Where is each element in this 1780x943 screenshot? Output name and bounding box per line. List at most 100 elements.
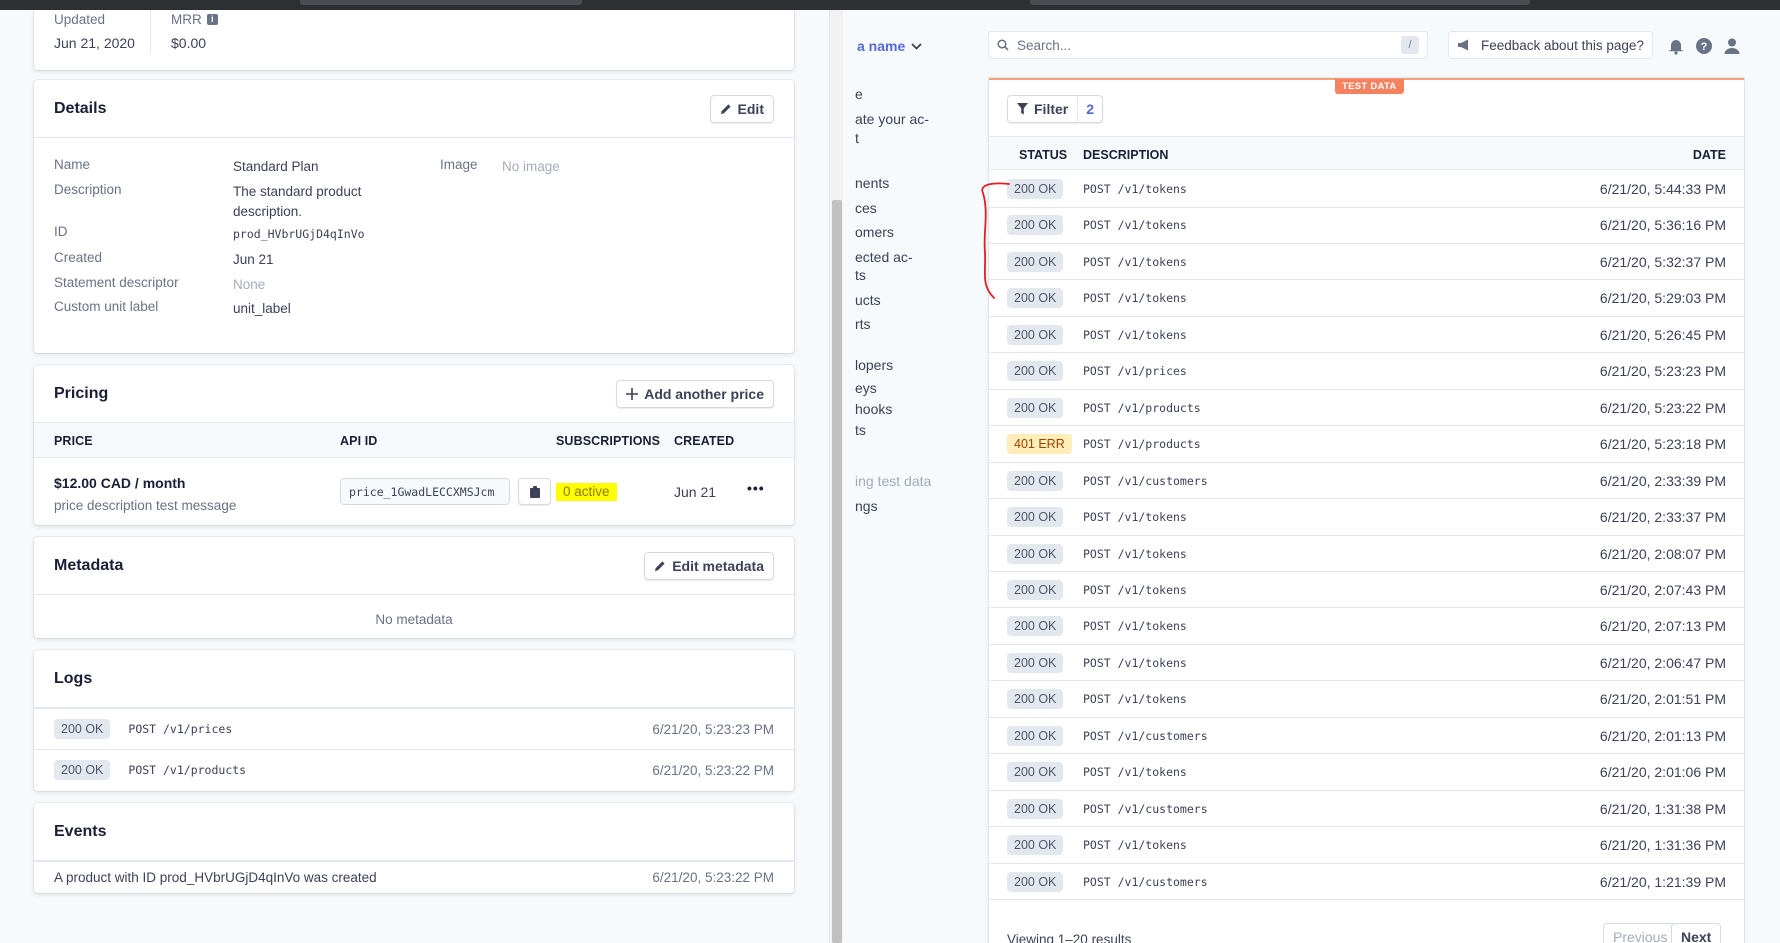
next-page-button[interactable]: Next <box>1671 923 1722 943</box>
request-path: POST /v1/tokens <box>1083 218 1187 233</box>
request-timestamp: 6/21/20, 5:23:23 PM <box>1599 363 1726 380</box>
more-actions-icon[interactable]: ••• <box>747 480 765 496</box>
feedback-button[interactable]: Feedback about this page? <box>1448 31 1653 59</box>
request-log-row[interactable]: 200 OK POST /v1/products 6/21/20, 5:23:22 … <box>989 390 1744 427</box>
request-log-row[interactable]: 200 OK POST /v1/tokens 6/21/20, 2:07:43 PM <box>989 572 1744 609</box>
search-input[interactable]: Search... / <box>988 31 1428 59</box>
request-logs-header: STATUS DESCRIPTION DATE <box>989 136 1744 170</box>
nav-item-products[interactable]: ucts <box>855 292 881 308</box>
request-log-row[interactable]: 401 ERR POST /v1/products 6/21/20, 5:23:18… <box>989 426 1744 463</box>
request-log-row[interactable]: 200 OK POST /v1/prices 6/21/20, 5:23:23 PM <box>989 353 1744 390</box>
request-log-row[interactable]: 200 OK POST /v1/customers 6/21/20, 1:21:39… <box>989 864 1744 901</box>
events-title: Events <box>54 822 107 840</box>
subscriptions-count[interactable]: 0 active <box>556 483 617 501</box>
log-path: POST /v1/products <box>128 763 247 777</box>
edit-metadata-button[interactable]: Edit metadata <box>644 551 774 580</box>
nav-item-reports[interactable]: rts <box>855 316 871 332</box>
log-row[interactable]: 200 OK POST /v1/prices 6/21/20, 5:23:23 … <box>34 708 794 749</box>
log-row[interactable]: 200 OK POST /v1/products 6/21/20, 5:23:2… <box>34 749 794 790</box>
status-badge: 200 OK <box>1007 798 1064 819</box>
price-row[interactable]: $12.00 CAD / month price description tes… <box>34 458 794 525</box>
request-path: POST /v1/tokens <box>1083 655 1187 670</box>
request-log-row[interactable]: 200 OK POST /v1/customers 6/21/20, 2:01:13… <box>989 718 1744 755</box>
request-logs-panel: TEST DATA Filter 2 STATUS DESCRIPTION DA… <box>989 78 1744 943</box>
nav-item-activate[interactable]: ate your ac- <box>855 111 929 127</box>
status-badge: 200 OK <box>1007 215 1064 236</box>
scrollbar-thumb[interactable] <box>832 200 842 943</box>
pricing-card: Pricing Add another price PRICE API ID S… <box>34 365 794 525</box>
col-subscriptions: SUBSCRIPTIONS <box>556 434 661 448</box>
info-icon[interactable]: i <box>206 14 218 25</box>
metadata-card: Metadata Edit metadata No metadata <box>34 537 794 638</box>
request-log-row[interactable]: 200 OK POST /v1/customers 6/21/20, 2:33:39… <box>989 463 1744 500</box>
request-log-row[interactable]: 200 OK POST /v1/tokens 6/21/20, 2:06:47 PM <box>989 645 1744 682</box>
request-timestamp: 6/21/20, 5:29:03 PM <box>1599 290 1726 307</box>
nav-item-customers[interactable]: omers <box>855 224 894 240</box>
nav-item-payments[interactable]: nents <box>855 175 889 191</box>
left-scrollbar[interactable] <box>829 10 843 943</box>
detail-row-statement-descriptor: Statement descriptor None <box>54 275 266 292</box>
nav-item-api-keys[interactable]: eys <box>855 380 877 396</box>
request-log-row[interactable]: 200 OK POST /v1/tokens 6/21/20, 5:44:33 PM <box>989 171 1744 208</box>
event-row[interactable]: A product with ID prod_HVbrUGjD4qInVo wa… <box>34 861 794 893</box>
edit-details-button[interactable]: Edit <box>709 94 774 123</box>
log-path: POST /v1/prices <box>128 722 233 736</box>
summary-divider <box>150 10 151 54</box>
nav-item-activate-cont[interactable]: t <box>855 130 859 146</box>
request-path: POST /v1/prices <box>1083 364 1187 379</box>
request-log-row[interactable]: 200 OK POST /v1/tokens 6/21/20, 2:33:37 PM <box>989 499 1744 536</box>
updated-value: Jun 21, 2020 <box>54 35 135 51</box>
help-icon[interactable]: ? <box>1695 37 1713 55</box>
copy-button[interactable] <box>518 478 551 505</box>
request-path: POST /v1/tokens <box>1083 327 1187 342</box>
request-log-row[interactable]: 200 OK POST /v1/tokens 6/21/20, 5:29:03 PM <box>989 280 1744 317</box>
nav-item-events[interactable]: ts <box>855 422 866 438</box>
logs-header: Logs <box>34 650 794 708</box>
nav-item-connected[interactable]: ected ac- <box>855 249 913 265</box>
request-path: POST /v1/tokens <box>1083 254 1187 269</box>
nav-item-developers[interactable]: lopers <box>855 357 893 373</box>
previous-page-button[interactable]: Previous <box>1603 923 1678 943</box>
status-badge: 200 OK <box>1007 871 1064 892</box>
price-api-id-field[interactable]: price_1GwadLECCXMSJcm <box>340 478 510 505</box>
nav-item-connected-cont[interactable]: ts <box>855 267 866 283</box>
request-log-row[interactable]: 200 OK POST /v1/tokens 6/21/20, 1:31:36 PM <box>989 827 1744 864</box>
nav-item-webhooks[interactable]: hooks <box>855 401 892 417</box>
nav-item-settings[interactable]: ngs <box>855 498 878 514</box>
col-created: CREATED <box>674 434 735 448</box>
updated-field: Updated Jun 21, 2020 <box>54 12 135 51</box>
request-log-row[interactable]: 200 OK POST /v1/tokens 6/21/20, 2:01:51 PM <box>989 681 1744 718</box>
status-badge: 401 ERR <box>1007 434 1072 455</box>
metadata-empty: No metadata <box>375 612 453 627</box>
col-status: STATUS <box>1019 148 1068 162</box>
add-price-button[interactable]: Add another price <box>616 379 774 408</box>
request-timestamp: 6/21/20, 5:32:37 PM <box>1599 253 1726 270</box>
account-name: a name <box>857 38 906 54</box>
nav-item-home[interactable]: e <box>855 86 863 102</box>
request-path: POST /v1/products <box>1083 400 1201 415</box>
request-log-row[interactable]: 200 OK POST /v1/tokens 6/21/20, 2:08:07 PM <box>989 536 1744 572</box>
account-switcher[interactable]: a name <box>857 38 922 54</box>
request-path: POST /v1/customers <box>1083 801 1208 816</box>
nav-item-viewing-test-data[interactable]: ing test data <box>855 473 931 489</box>
summary-card: Updated Jun 21, 2020 MRR i $0.00 <box>34 10 794 70</box>
request-log-row[interactable]: 200 OK POST /v1/tokens 6/21/20, 5:32:37 PM <box>989 244 1744 281</box>
status-badge: 200 OK <box>1007 324 1064 345</box>
event-text: A product with ID prod_HVbrUGjD4qInVo wa… <box>54 870 377 885</box>
request-path: POST /v1/tokens <box>1083 510 1187 525</box>
request-timestamp: 6/21/20, 2:33:39 PM <box>1599 472 1726 489</box>
request-log-row[interactable]: 200 OK POST /v1/tokens 6/21/20, 5:26:45 PM <box>989 317 1744 354</box>
request-timestamp: 6/21/20, 1:31:36 PM <box>1599 837 1726 854</box>
user-icon[interactable] <box>1723 37 1741 55</box>
bell-icon[interactable] <box>1667 37 1685 55</box>
detail-row-image: Image No image <box>440 157 560 174</box>
request-log-row[interactable]: 200 OK POST /v1/tokens 6/21/20, 5:36:16 PM <box>989 207 1744 244</box>
request-log-row[interactable]: 200 OK POST /v1/customers 6/21/20, 1:31:38… <box>989 791 1744 828</box>
logs-card: Logs 200 OK POST /v1/prices 6/21/20, 5:2… <box>34 650 794 791</box>
request-log-row[interactable]: 200 OK POST /v1/tokens 6/21/20, 2:07:13 PM <box>989 608 1744 645</box>
pricing-header: Pricing Add another price <box>34 365 794 423</box>
filter-button[interactable]: Filter 2 <box>1007 95 1104 123</box>
nav-item-balances[interactable]: ces <box>855 200 877 216</box>
request-log-row[interactable]: 200 OK POST /v1/tokens 6/21/20, 2:01:06 PM <box>989 754 1744 791</box>
request-timestamp: 6/21/20, 5:26:45 PM <box>1599 326 1726 343</box>
